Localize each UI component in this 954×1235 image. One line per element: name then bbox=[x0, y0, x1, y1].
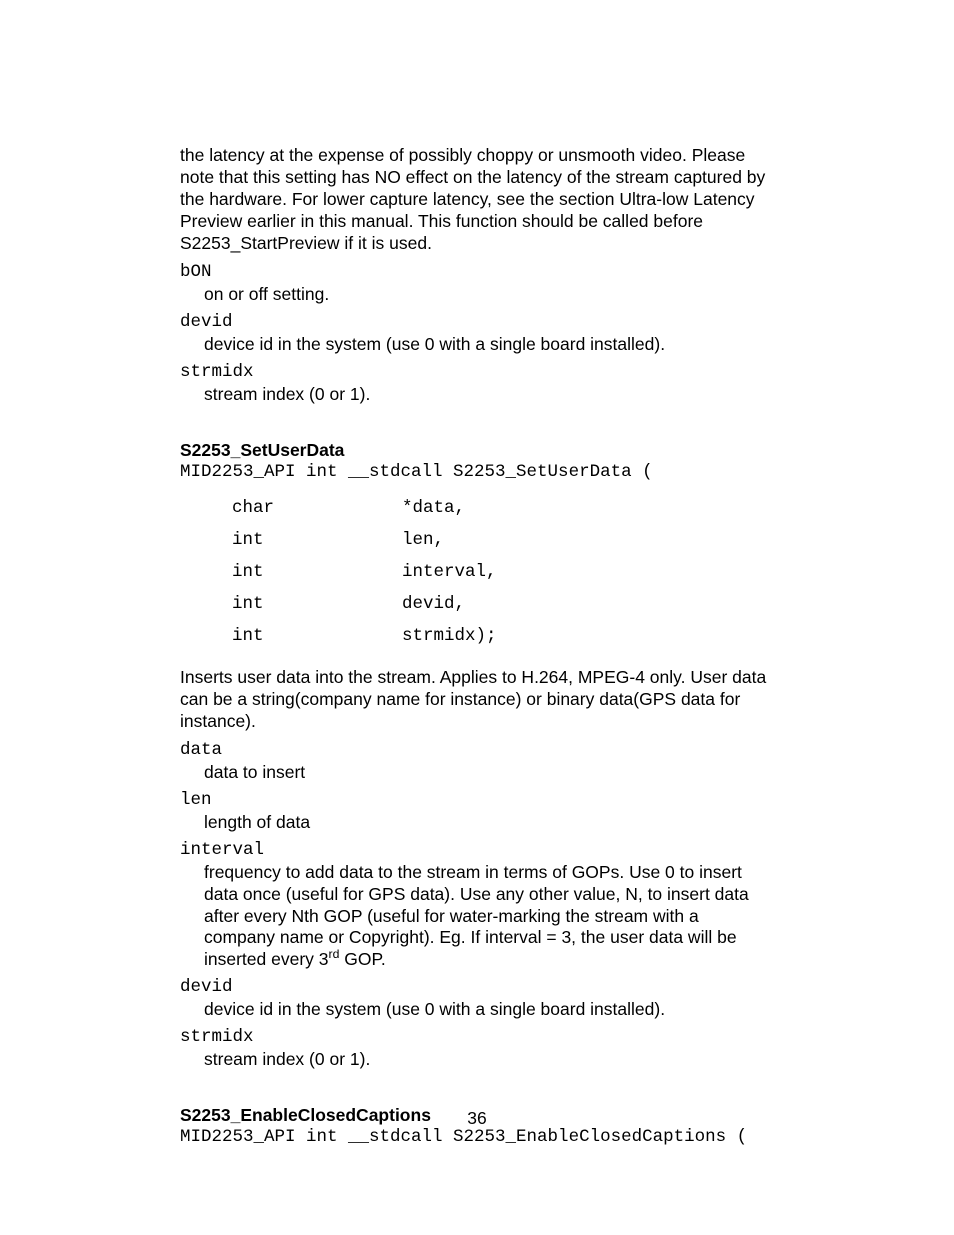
function-description: Inserts user data into the stream. Appli… bbox=[180, 667, 774, 733]
param-desc: device id in the system (use 0 with a si… bbox=[204, 334, 774, 356]
param-desc: frequency to add data to the stream in t… bbox=[204, 862, 774, 971]
arg-type: int bbox=[232, 621, 402, 653]
arg-type: int bbox=[232, 525, 402, 557]
param-desc: on or off setting. bbox=[204, 284, 774, 306]
param-devid: devid device id in the system (use 0 wit… bbox=[180, 312, 774, 356]
table-row: char*data, bbox=[232, 493, 497, 525]
arg-type: int bbox=[232, 557, 402, 589]
param-len: len length of data bbox=[180, 790, 774, 834]
table-row: intdevid, bbox=[232, 589, 497, 621]
ordinal-superscript: rd bbox=[329, 947, 340, 961]
param-strmidx: strmidx stream index (0 or 1). bbox=[180, 362, 774, 406]
param-desc: stream index (0 or 1). bbox=[204, 1049, 774, 1071]
param-bON: bON on or off setting. bbox=[180, 262, 774, 306]
page-number: 36 bbox=[0, 1108, 954, 1130]
function-signature-head: MID2253_API int __stdcall S2253_SetUserD… bbox=[180, 462, 774, 484]
param-desc: data to insert bbox=[204, 762, 774, 784]
param-name: devid bbox=[180, 977, 774, 999]
arg-type: int bbox=[232, 589, 402, 621]
param-data: data data to insert bbox=[180, 740, 774, 784]
param-name: len bbox=[180, 790, 774, 812]
param-desc-pre: frequency to add data to the stream in t… bbox=[204, 862, 749, 970]
table-row: intinterval, bbox=[232, 557, 497, 589]
param-name: interval bbox=[180, 840, 774, 862]
param-desc-post: GOP. bbox=[339, 949, 385, 969]
intro-paragraph: the latency at the expense of possibly c… bbox=[180, 145, 774, 254]
param-name: data bbox=[180, 740, 774, 762]
param-name: bON bbox=[180, 262, 774, 284]
param-name: strmidx bbox=[180, 362, 774, 384]
param-desc: device id in the system (use 0 with a si… bbox=[204, 999, 774, 1021]
function-args-table: char*data, intlen, intinterval, intdevid… bbox=[232, 493, 497, 652]
param-desc: stream index (0 or 1). bbox=[204, 384, 774, 406]
table-row: intstrmidx); bbox=[232, 621, 497, 653]
arg-name: *data, bbox=[402, 493, 497, 525]
arg-name: devid, bbox=[402, 589, 497, 621]
param-name: devid bbox=[180, 312, 774, 334]
param-devid: devid device id in the system (use 0 wit… bbox=[180, 977, 774, 1021]
arg-type: char bbox=[232, 493, 402, 525]
param-strmidx: strmidx stream index (0 or 1). bbox=[180, 1027, 774, 1071]
function-heading-setuserdata: S2253_SetUserData bbox=[180, 440, 774, 462]
arg-name: strmidx); bbox=[402, 621, 497, 653]
arg-name: interval, bbox=[402, 557, 497, 589]
document-page: the latency at the expense of possibly c… bbox=[0, 0, 954, 1235]
param-name: strmidx bbox=[180, 1027, 774, 1049]
param-desc: length of data bbox=[204, 812, 774, 834]
param-interval: interval frequency to add data to the st… bbox=[180, 840, 774, 971]
arg-name: len, bbox=[402, 525, 497, 557]
table-row: intlen, bbox=[232, 525, 497, 557]
